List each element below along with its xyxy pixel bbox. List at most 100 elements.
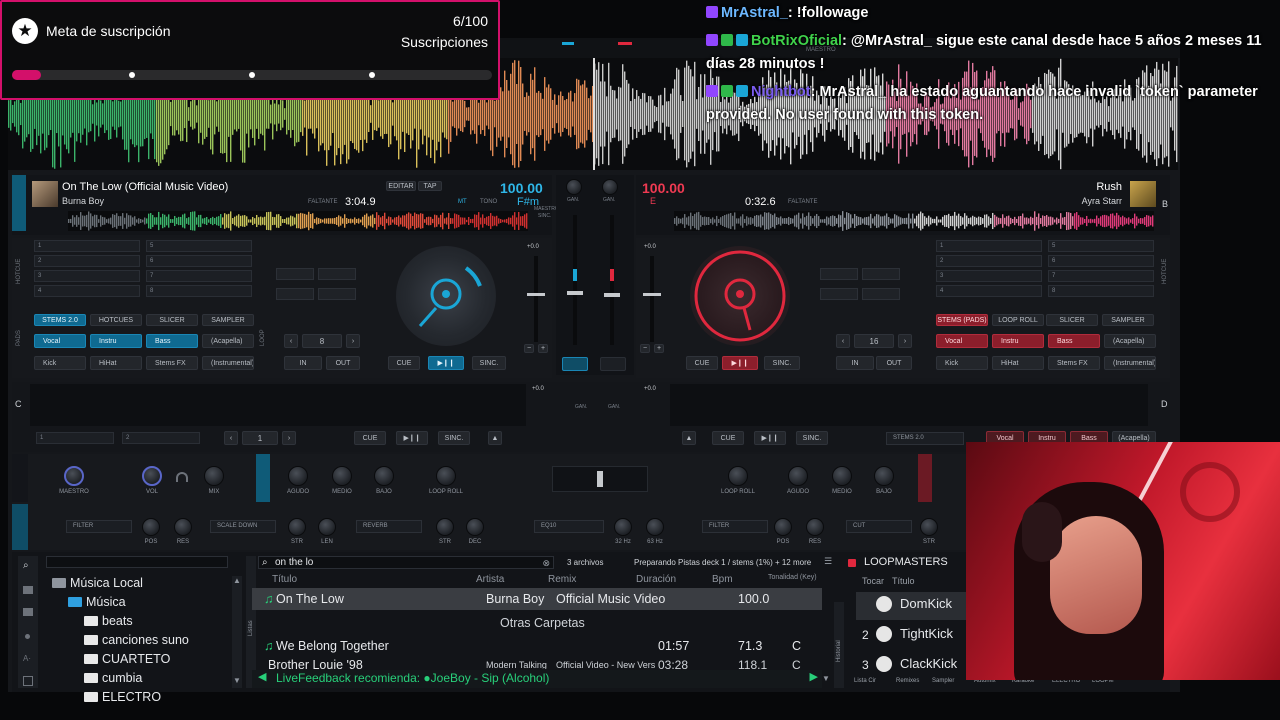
text-icon[interactable]: A·: [23, 654, 31, 663]
deck-c-slot-2[interactable]: 2: [122, 432, 200, 444]
fx-left-str-knob[interactable]: [288, 518, 306, 536]
computer-icon[interactable]: [23, 586, 33, 594]
folder-search-input[interactable]: [46, 556, 228, 568]
disc-icon[interactable]: [25, 634, 30, 639]
deck-a-pad-vocal[interactable]: Vocal: [34, 334, 86, 348]
column-header[interactable]: Artista: [476, 574, 504, 585]
deck-d-play-button[interactable]: ▶❙❙: [754, 431, 786, 445]
clear-search-icon[interactable]: ⊗: [542, 557, 550, 569]
deck-b-sync-button[interactable]: SINC.: [764, 356, 800, 370]
deck-c-cue-button[interactable]: CUE: [354, 431, 386, 445]
deck-d-cue-button[interactable]: CUE: [712, 431, 744, 445]
deck-b-loop-prev[interactable]: ‹: [836, 334, 850, 348]
deck-a-mixer-tab[interactable]: [256, 454, 270, 502]
hotcue-slot[interactable]: 4: [34, 285, 140, 297]
fx-right-cut-select[interactable]: CUT: [846, 520, 912, 533]
side-tab-listas[interactable]: Listas: [248, 620, 254, 636]
fx-left-reverb-select[interactable]: REVERB: [356, 520, 422, 533]
deck-a-slot-2[interactable]: [318, 268, 356, 280]
deck-b-jogwheel[interactable]: [690, 246, 790, 346]
deck-c-slot-1[interactable]: 1: [36, 432, 114, 444]
deck-a-jogwheel[interactable]: [396, 246, 496, 346]
tree-item[interactable]: Música: [68, 595, 126, 609]
column-header[interactable]: Duración: [636, 574, 676, 585]
volume-fader-b[interactable]: [604, 293, 620, 297]
deck-a-mid-knob[interactable]: [332, 466, 352, 486]
loopmasters-col-play[interactable]: Tocar: [862, 576, 884, 586]
deck-a-pitch-minus[interactable]: −: [524, 344, 534, 353]
deck-c-loop-next[interactable]: ›: [282, 431, 296, 445]
hotcue-slot[interactable]: 2: [34, 255, 140, 267]
deck-a-pad-stems-fx[interactable]: Stems FX: [146, 356, 198, 370]
tree-item[interactable]: ELECTRO: [84, 690, 161, 704]
deck-a-pitch-plus[interactable]: +: [538, 344, 548, 353]
headphone-volume-knob[interactable]: [142, 466, 162, 486]
deck-d-sync-button[interactable]: SINC.: [796, 431, 828, 445]
deck-b-slot-4[interactable]: [862, 288, 900, 300]
deck-a-side-tab[interactable]: [12, 175, 26, 231]
deck-b-tab-sampler[interactable]: SAMPLER: [1102, 314, 1154, 326]
hotcue-slot[interactable]: 6: [146, 255, 252, 267]
hotcue-slot[interactable]: 5: [146, 240, 252, 252]
fx-center-63hz-knob[interactable]: [646, 518, 664, 536]
deck-a-mt[interactable]: MT: [458, 199, 467, 205]
hotcue-slot[interactable]: 5: [1048, 240, 1154, 252]
livefeedback-play-icon[interactable]: ▶: [810, 670, 818, 683]
deck-a-slot-4[interactable]: [318, 288, 356, 300]
deck-b-high-knob[interactable]: [788, 466, 808, 486]
table-row[interactable]: ♫ On The Low Burna Boy Official Music Video…: [264, 590, 832, 609]
fx-side-tab[interactable]: [12, 504, 28, 550]
column-header[interactable]: Título: [272, 574, 297, 585]
deck-b-pad-instrumental[interactable]: (Instrumental): [1104, 356, 1156, 370]
deck-a-pitch-fader[interactable]: [527, 293, 545, 296]
deck-a-pad-instru[interactable]: Instru: [90, 334, 142, 348]
deck-b-loop-roll-knob[interactable]: [728, 466, 748, 486]
fx-center-eq-select[interactable]: EQ10: [534, 520, 604, 533]
deck-b-pad-acapella[interactable]: (Acapella): [1104, 334, 1156, 348]
deck-b-low-knob[interactable]: [874, 466, 894, 486]
deck-b-slot-3[interactable]: [820, 288, 858, 300]
hotcue-slot[interactable]: 7: [1048, 270, 1154, 282]
tree-scroll-up-icon[interactable]: ▲: [233, 576, 241, 585]
deck-a-tab-hotcues[interactable]: HOTCUES: [90, 314, 142, 326]
deck-b-slot-1[interactable]: [820, 268, 858, 280]
deck-a-low-knob[interactable]: [374, 466, 394, 486]
hotcue-slot[interactable]: 6: [1048, 255, 1154, 267]
fx-center-32hz-knob[interactable]: [614, 518, 632, 536]
deck-a-pad-hihat[interactable]: HiHat: [90, 356, 142, 370]
image-icon[interactable]: [23, 676, 33, 686]
headphone-button-a[interactable]: [562, 357, 588, 371]
deck-d-up-button[interactable]: ▲: [682, 431, 696, 445]
deck-a-tap-button[interactable]: TAP: [418, 181, 442, 191]
folder-icon[interactable]: [23, 608, 33, 616]
hotcue-slot[interactable]: 4: [936, 285, 1042, 297]
deck-a-pad-kick[interactable]: Kick: [34, 356, 86, 370]
deck-b-play-button[interactable]: ▶❙❙: [722, 356, 758, 370]
deck-a-tab-slicer[interactable]: SLICER: [146, 314, 198, 326]
hotcue-slot[interactable]: 8: [1048, 285, 1154, 297]
side-tab-historial[interactable]: Historial: [836, 640, 842, 662]
hotcue-slot[interactable]: 3: [34, 270, 140, 282]
tree-item[interactable]: canciones suno: [84, 633, 189, 647]
deck-a-loop-prev[interactable]: ‹: [284, 334, 298, 348]
deck-a-cue-button[interactable]: CUE: [388, 356, 420, 370]
deck-b-pitch-fader[interactable]: [643, 293, 661, 296]
deck-c-loop-prev[interactable]: ‹: [224, 431, 238, 445]
deck-a-slot-3[interactable]: [276, 288, 314, 300]
fx-left-len-knob[interactable]: [318, 518, 336, 536]
fx-left-filter-select[interactable]: FILTER: [66, 520, 132, 533]
fx-right-filter-select[interactable]: FILTER: [702, 520, 768, 533]
deck-a-sync-button[interactable]: SINC.: [472, 356, 506, 370]
deck-a-pitch-track[interactable]: [534, 256, 538, 342]
deck-b-pitch-track[interactable]: [650, 256, 654, 342]
deck-b-pad-stems-fx[interactable]: Stems FX: [1048, 356, 1100, 370]
tree-item[interactable]: CUARTETO: [84, 652, 170, 666]
table-row[interactable]: ♫ We Belong Together 01:57 71.3 C: [264, 637, 832, 656]
deck-b-cue-button[interactable]: CUE: [686, 356, 718, 370]
bottom-tab[interactable]: Lista Cir: [854, 678, 876, 684]
crossfader[interactable]: [552, 466, 648, 492]
fx-left-scale-select[interactable]: SCALE DOWN: [210, 520, 276, 533]
fx-right-pos-knob[interactable]: [774, 518, 792, 536]
deck-d-waveform[interactable]: [670, 384, 1148, 426]
column-header[interactable]: Tonalidad (Key): [768, 574, 817, 581]
